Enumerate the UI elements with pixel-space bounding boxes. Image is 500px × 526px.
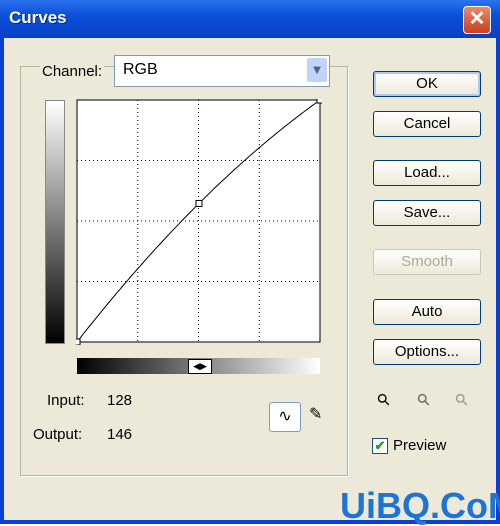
- channel-select[interactable]: RGB ▼: [114, 55, 330, 87]
- curve-point[interactable]: [195, 199, 203, 207]
- preview-checkbox[interactable]: ✔: [372, 438, 388, 454]
- curve-point[interactable]: [76, 338, 81, 345]
- channel-value: RGB: [123, 61, 158, 78]
- preview-label: Preview: [393, 437, 447, 454]
- auto-button[interactable]: Auto: [373, 299, 481, 325]
- smooth-button[interactable]: Smooth: [373, 249, 481, 275]
- watermark: UiBQ.CoM: [340, 485, 500, 526]
- input-label: Input:: [47, 392, 85, 409]
- cancel-button[interactable]: Cancel: [373, 111, 481, 137]
- curve-point[interactable]: [316, 99, 322, 104]
- ok-button[interactable]: OK: [373, 71, 481, 97]
- output-value: 146: [107, 426, 133, 443]
- title-bar: Curves ✕: [0, 0, 500, 38]
- pencil-icon[interactable]: ✎: [309, 404, 322, 424]
- output-gradient-bar: [45, 100, 65, 344]
- options-button[interactable]: Options...: [373, 339, 481, 365]
- close-button[interactable]: ✕: [463, 6, 491, 34]
- curve-tool-icon[interactable]: ∿: [269, 402, 301, 432]
- gradient-toggle-icon[interactable]: ◀▶: [188, 359, 212, 374]
- load-button[interactable]: Load...: [373, 160, 481, 186]
- window-title: Curves: [9, 8, 67, 27]
- curve-graph[interactable]: [76, 99, 322, 345]
- curves-dialog: Curves ✕ Channel: RGB ▼ ◀▶ Input: 128 Ou…: [0, 0, 500, 524]
- channel-label: Channel:: [40, 63, 105, 80]
- input-value: 128: [107, 392, 133, 409]
- chevron-down-icon[interactable]: ▼: [307, 58, 327, 82]
- output-label: Output:: [33, 426, 83, 443]
- save-button[interactable]: Save...: [373, 200, 481, 226]
